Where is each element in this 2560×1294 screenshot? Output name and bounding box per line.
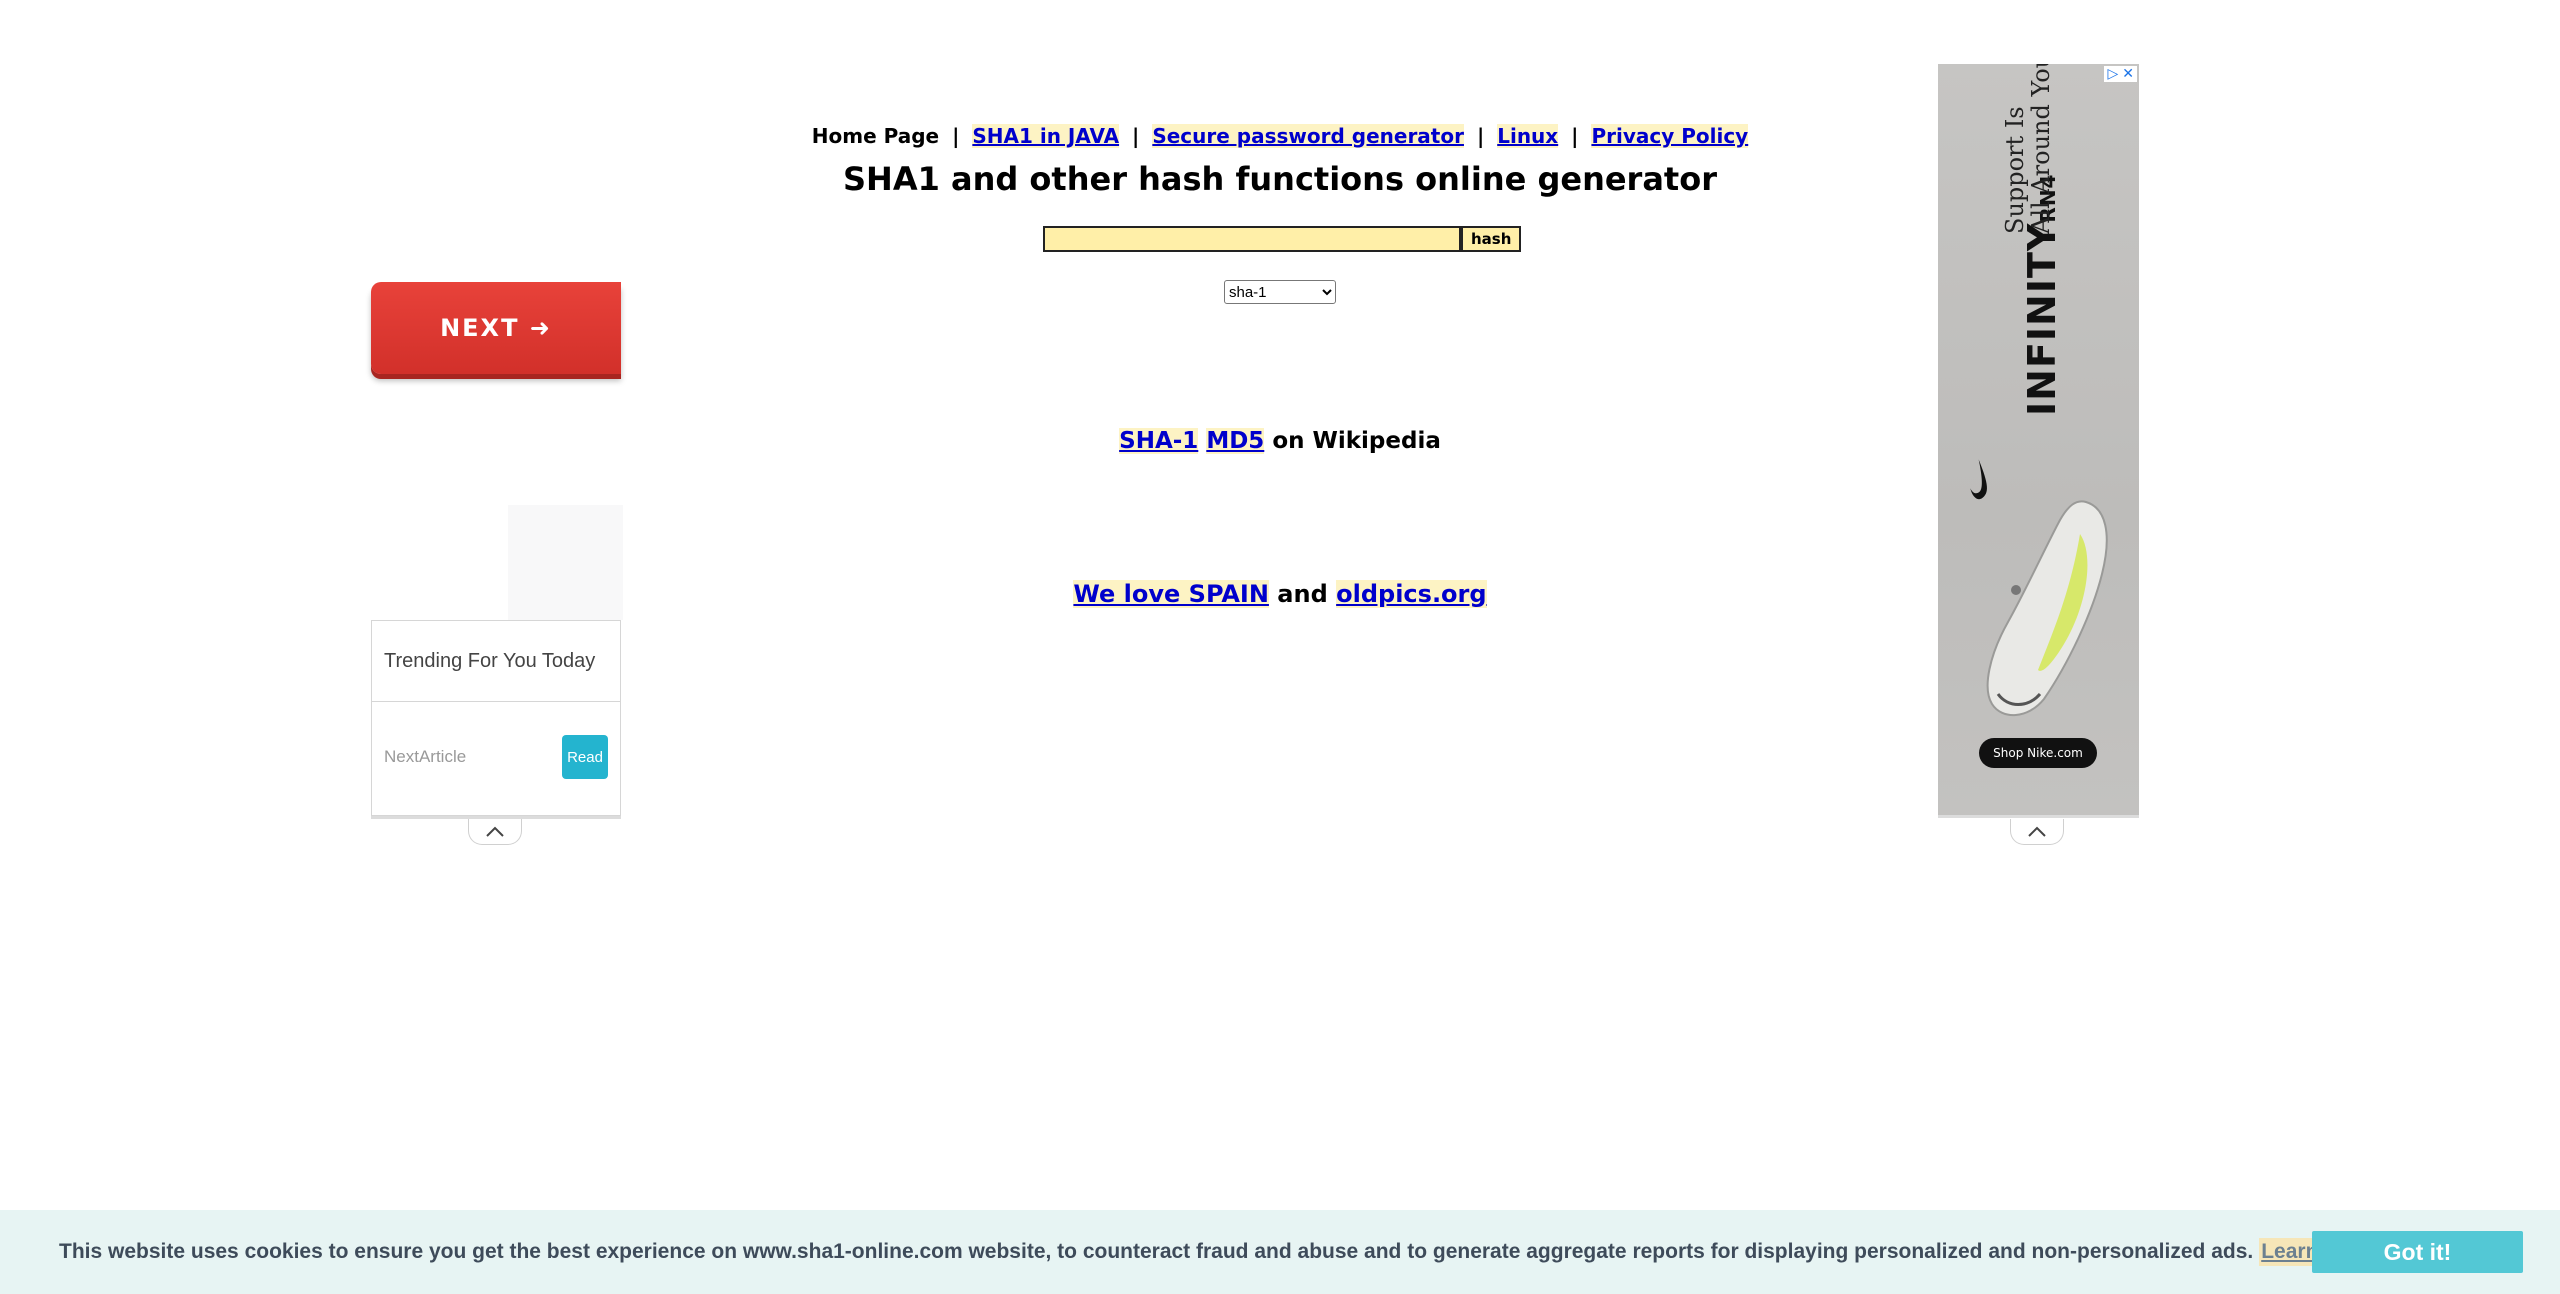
cookie-consent-bar: This website uses cookies to ensure you …	[0, 1210, 2560, 1294]
right-ad-banner[interactable]: ▷ ✕ INFINITYRN4 Support Is All Around Yo…	[1938, 64, 2139, 815]
chevron-up-icon	[2028, 826, 2046, 837]
close-icon[interactable]: ✕	[2122, 66, 2134, 82]
wiki-link-sha1[interactable]: SHA-1	[1119, 428, 1199, 454]
nav-home: Home Page	[811, 124, 940, 148]
nav-link-sha1-java[interactable]: SHA1 in JAVA	[972, 124, 1120, 148]
promo-links: We love SPAIN and oldpics.org	[0, 580, 2560, 608]
nav-separator: |	[1476, 124, 1485, 148]
ad-placeholder	[508, 505, 623, 620]
ad-tagline-line2: All Around You	[2027, 64, 2055, 234]
nav-link-linux[interactable]: Linux	[1497, 124, 1559, 148]
ad-tagline: Support Is All Around You	[2001, 64, 2055, 234]
right-ad-bottom-bar	[1938, 815, 2139, 818]
nav-separator: |	[1132, 124, 1140, 148]
trending-widget: Trending For You Today NextArticle Read	[371, 620, 621, 816]
nav-link-privacy-policy[interactable]: Privacy Policy	[1591, 124, 1749, 148]
wiki-suffix: on Wikipedia	[1272, 428, 1441, 454]
got-it-button[interactable]: Got it!	[2312, 1231, 2523, 1273]
promo-connector: and	[1277, 580, 1328, 608]
nav-separator: |	[1571, 124, 1579, 148]
adchoices-icon[interactable]: ▷	[2107, 66, 2118, 82]
collapse-right-ad-button[interactable]	[2010, 819, 2064, 845]
trending-title: Trending For You Today	[372, 621, 620, 702]
ad-controls: ▷ ✕	[2104, 66, 2137, 82]
collapse-left-ad-button[interactable]	[468, 819, 522, 845]
shop-nike-button[interactable]: Shop Nike.com	[1979, 738, 2097, 768]
hash-input[interactable]	[1043, 226, 1461, 252]
top-nav: Home Page | SHA1 in JAVA | Secure passwo…	[0, 124, 2560, 148]
hash-button[interactable]: hash	[1461, 226, 1522, 252]
algorithm-select[interactable]: sha-1	[1224, 280, 1336, 304]
wiki-link-md5[interactable]: MD5	[1206, 428, 1265, 454]
read-button[interactable]: Read	[562, 735, 608, 779]
chevron-up-icon	[486, 826, 504, 837]
nav-separator: |	[952, 124, 960, 148]
hash-form: hash	[1043, 226, 1522, 252]
next-article-row[interactable]: NextArticle Read	[372, 702, 620, 812]
promo-link-spain[interactable]: We love SPAIN	[1073, 580, 1269, 608]
shoe-image-icon	[1986, 500, 2108, 717]
ad-tagline-line1: Support Is	[2001, 106, 2029, 234]
cookie-message: This website uses cookies to ensure you …	[59, 1240, 2254, 1263]
nav-link-password-generator[interactable]: Secure password generator	[1152, 124, 1464, 148]
ad-brand-name: INFINITY	[2020, 222, 2064, 416]
wikipedia-links: SHA-1 MD5 on Wikipedia	[0, 428, 2560, 454]
page-title: SHA1 and other hash functions online gen…	[843, 160, 1717, 198]
next-ad-button[interactable]: NEXT ➜	[371, 282, 621, 374]
next-article-label: NextArticle	[384, 747, 467, 766]
promo-link-oldpics[interactable]: oldpics.org	[1336, 580, 1487, 608]
